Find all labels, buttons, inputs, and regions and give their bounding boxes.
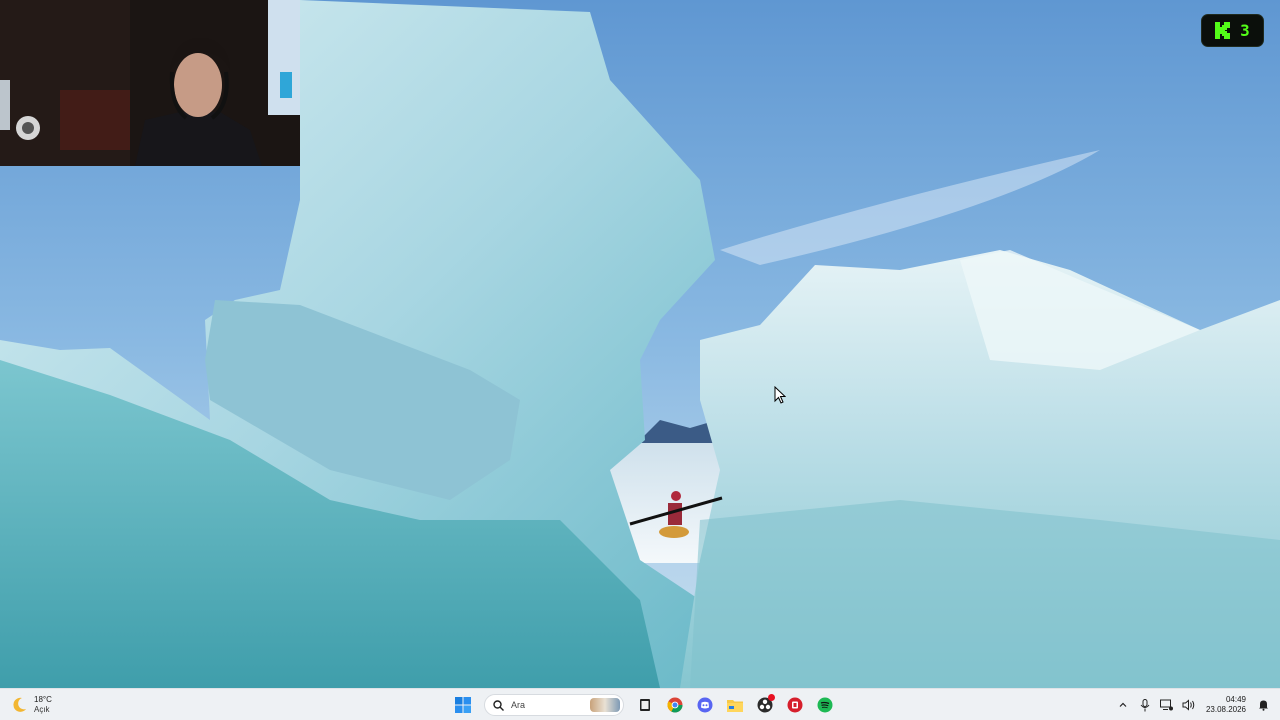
clock-time: 04:49 <box>1225 695 1246 704</box>
volume-button[interactable] <box>1182 698 1196 712</box>
taskbar-clock[interactable]: 04:49 23.08.2026 <box>1206 695 1246 715</box>
weather-widget[interactable]: 18°C Açık <box>10 693 52 717</box>
volume-icon <box>1182 699 1195 711</box>
file-explorer-button[interactable] <box>722 692 748 718</box>
network-icon <box>1160 699 1174 711</box>
chrome-icon <box>667 697 683 713</box>
kick-logo-icon <box>1215 22 1231 39</box>
taskbar-search[interactable]: Ara <box>484 694 624 716</box>
start-button[interactable] <box>450 692 476 718</box>
notification-bell-icon <box>1258 700 1268 711</box>
mouse-cursor-icon <box>774 386 786 404</box>
taskbar: 18°C Açık Ara 04:49 23.08.2026 <box>0 688 1280 720</box>
spotify-button[interactable] <box>812 692 838 718</box>
kick-viewer-badge: 3 <box>1201 14 1264 47</box>
microphone-icon <box>1140 698 1150 711</box>
kick-viewer-count: 3 <box>1240 21 1250 40</box>
taskbar-center: Ara <box>450 691 838 719</box>
clock-date: 23.08.2026 <box>1205 705 1246 714</box>
chrome-button[interactable] <box>662 692 688 718</box>
notification-badge <box>768 694 775 701</box>
obs-button[interactable] <box>752 692 778 718</box>
app-red-icon <box>787 697 803 713</box>
network-button[interactable] <box>1160 698 1174 712</box>
task-view-icon <box>640 699 650 711</box>
notification-button[interactable] <box>1256 698 1270 712</box>
search-icon <box>493 699 504 711</box>
webcam-overlay <box>0 0 300 166</box>
discord-icon <box>697 697 713 713</box>
moon-icon <box>13 697 26 712</box>
search-highlight-image <box>590 698 620 712</box>
weather-temperature: 18°C <box>34 695 52 704</box>
chevron-up-icon <box>1119 702 1127 707</box>
search-placeholder: Ara <box>511 700 526 710</box>
task-view-button[interactable] <box>632 692 658 718</box>
microphone-button[interactable] <box>1138 698 1152 712</box>
spotify-icon <box>817 697 833 713</box>
show-hidden-icons-button[interactable] <box>1116 698 1130 712</box>
file-explorer-icon <box>727 700 743 712</box>
windows-start-icon <box>455 697 471 713</box>
system-tray: 04:49 23.08.2026 <box>1116 691 1270 719</box>
discord-button[interactable] <box>692 692 718 718</box>
red-app-button[interactable] <box>782 692 808 718</box>
weather-condition: Açık <box>34 705 50 714</box>
